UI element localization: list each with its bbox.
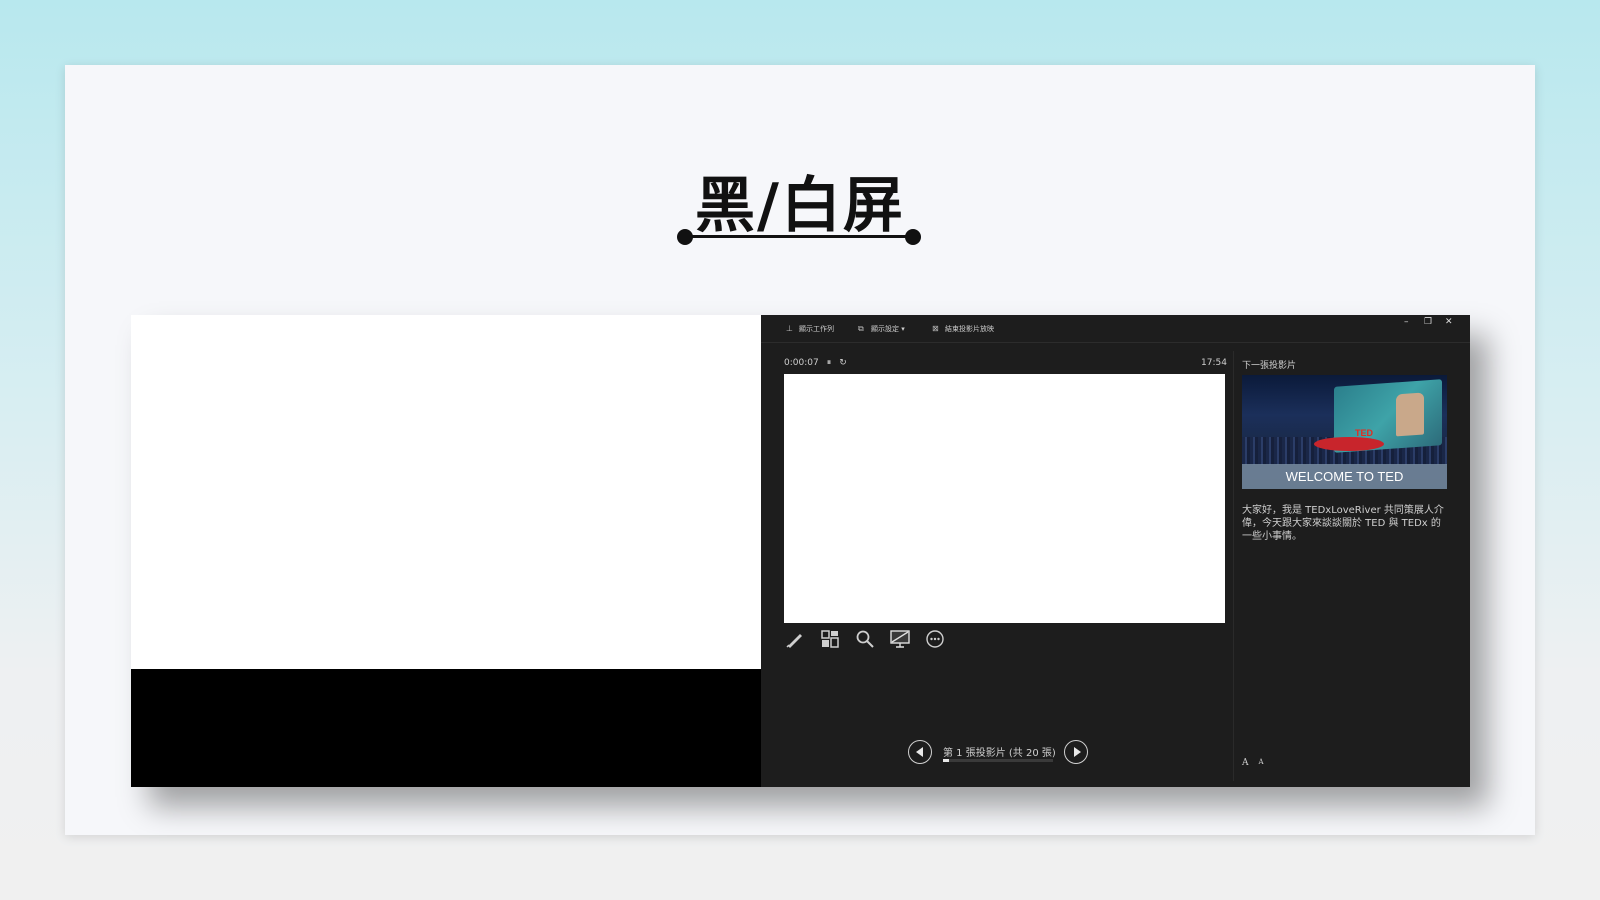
slide-counter-group[interactable]: 第 1 張投影片 (共 20 張): [943, 740, 1056, 764]
red-stage-image: [1314, 437, 1384, 451]
display-settings-icon: ⧉: [858, 324, 864, 333]
show-taskbar-button[interactable]: ⊥ 顯示工作列: [786, 324, 834, 334]
black-screen-icon[interactable]: [889, 628, 911, 650]
black-screen-area: [131, 669, 761, 787]
underline-dot-right: [905, 229, 921, 245]
end-show-label: 結束投影片放映: [945, 325, 994, 333]
pause-icon[interactable]: ⏸: [827, 358, 832, 368]
restore-button[interactable]: ❐: [1424, 317, 1432, 327]
close-button[interactable]: ✕: [1445, 317, 1453, 327]
more-options-icon[interactable]: [924, 628, 946, 650]
decrease-font-icon[interactable]: A: [1259, 758, 1264, 768]
title-underline: [677, 227, 921, 247]
presenter-view: ⊥ 顯示工作列 ⧉ 顯示設定 ▾ ⊠ 結束投影片放映 – ❐ ✕ 0:00:07…: [761, 315, 1470, 787]
speaker-notes[interactable]: 大家好，我是 TEDxLoveRiver 共同策展人介偉，今天跟大家來談談關於 …: [1242, 504, 1447, 543]
current-time: 17:54: [1201, 358, 1227, 368]
timer-group: 0:00:07 ⏸ ↻: [784, 358, 847, 368]
next-slide-label: 下一張投影片: [1242, 361, 1297, 371]
display-settings-label: 顯示設定 ▾: [871, 325, 905, 333]
next-slide-caption: WELCOME TO TED: [1242, 464, 1447, 489]
taskbar-icon: ⊥: [786, 324, 793, 333]
speaker-image: [1396, 392, 1424, 437]
current-slide-preview: [784, 374, 1225, 623]
ted-logo: TED: [1355, 428, 1373, 438]
slide-navigation: 第 1 張投影片 (共 20 張): [908, 740, 1088, 764]
presenter-tools: [784, 628, 946, 650]
slide-counter: 第 1 張投影片 (共 20 張): [943, 748, 1056, 759]
next-slide-preview[interactable]: TED WELCOME TO TED: [1242, 375, 1447, 489]
elapsed-timer: 0:00:07: [784, 358, 819, 368]
previous-arrow-icon: [915, 747, 923, 757]
next-arrow-icon: [1073, 747, 1081, 757]
slide-progress-track: [943, 759, 1053, 762]
minimize-button[interactable]: –: [1404, 317, 1409, 327]
slide-progress-fill: [943, 759, 949, 762]
pane-divider[interactable]: [1233, 351, 1234, 781]
pen-icon[interactable]: [784, 628, 806, 650]
next-slide-button[interactable]: [1064, 740, 1088, 764]
presenter-toolbar: ⊥ 顯示工作列 ⧉ 顯示設定 ▾ ⊠ 結束投影片放映 – ❐ ✕: [761, 315, 1470, 343]
end-show-button[interactable]: ⊠ 結束投影片放映: [932, 324, 994, 334]
display-settings-button[interactable]: ⧉ 顯示設定 ▾: [858, 324, 905, 334]
end-show-icon: ⊠: [932, 324, 939, 333]
previous-slide-button[interactable]: [908, 740, 932, 764]
slides-grid-icon[interactable]: [819, 628, 841, 650]
show-taskbar-label: 顯示工作列: [799, 325, 834, 333]
increase-font-icon[interactable]: A: [1242, 758, 1249, 768]
underline-bar: [685, 235, 913, 238]
screenshot-stage: ⊥ 顯示工作列 ⧉ 顯示設定 ▾ ⊠ 結束投影片放映 – ❐ ✕ 0:00:07…: [131, 315, 1470, 787]
zoom-icon[interactable]: [854, 628, 876, 650]
audience-view: [131, 315, 761, 787]
restart-timer-icon[interactable]: ↻: [839, 358, 847, 368]
underline-dot-left: [677, 229, 693, 245]
notes-font-controls: A A: [1242, 758, 1264, 768]
